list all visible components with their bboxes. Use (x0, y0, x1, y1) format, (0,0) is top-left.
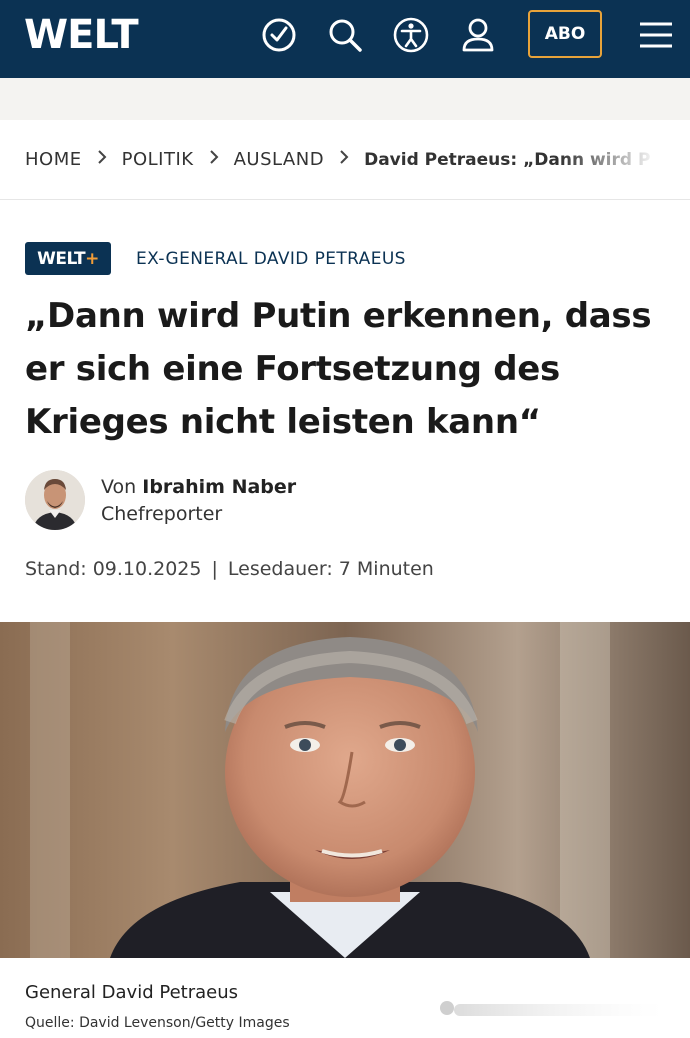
breadcrumb-ausland[interactable]: AUSLAND (234, 149, 325, 170)
top-navigation-bar: WELT ABO (0, 0, 690, 78)
clock-check-icon[interactable] (259, 15, 299, 55)
breadcrumb-fade (560, 120, 690, 199)
welt-plus-badge-text: WELT (37, 248, 86, 269)
abo-button[interactable]: ABO (528, 10, 602, 58)
author-name[interactable]: Ibrahim Naber (142, 476, 296, 498)
accessibility-icon[interactable] (391, 15, 431, 55)
kicker-row: WELT + EX-GENERAL DAVID PETRAEUS (25, 242, 406, 275)
chevron-right-icon (324, 149, 364, 170)
image-caption: General David Petraeus (25, 982, 238, 1003)
breadcrumb-politik[interactable]: POLITIK (122, 149, 194, 170)
chevron-right-icon (82, 149, 122, 170)
image-source: Quelle: David Levenson/Getty Images (25, 1015, 290, 1031)
menu-icon[interactable] (638, 20, 674, 50)
author-role: Chefreporter (101, 503, 223, 525)
breadcrumb: HOME POLITIK AUSLAND David Petraeus: „Da… (0, 120, 690, 200)
ad-placeholder-band (0, 78, 690, 120)
welt-plus-badge: WELT + (25, 242, 111, 275)
article-headline: „Dann wird Putin erkennen, dass er sich … (25, 290, 665, 449)
search-icon[interactable] (325, 15, 365, 55)
meta-separator: | (211, 558, 218, 580)
hero-image[interactable] (0, 622, 690, 958)
breadcrumb-home[interactable]: HOME (25, 149, 82, 170)
publish-date: Stand: 09.10.2025 (25, 558, 202, 580)
author-avatar[interactable] (25, 470, 85, 530)
headline-line: „Dann wird Putin erkennen, dass (25, 296, 652, 336)
user-icon[interactable] (458, 15, 498, 55)
reading-time: Lesedauer: 7 Minuten (227, 558, 434, 580)
headline-line: Krieges nicht leisten kann“ (25, 402, 541, 442)
author-meta: Von Ibrahim Naber Chefreporter (101, 474, 296, 528)
welt-plus-badge-plus: + (85, 248, 99, 269)
chevron-right-icon (194, 149, 234, 170)
author-prefix: Von (101, 476, 137, 498)
headline-line: er sich eine Fortsetzung des (25, 349, 560, 389)
watermark-logo (440, 1001, 664, 1016)
welt-logo[interactable]: WELT (24, 12, 139, 58)
article-meta: Stand: 09.10.2025 | Lesedauer: 7 Minuten (25, 558, 434, 580)
article-kicker: EX-GENERAL DAVID PETRAEUS (136, 248, 406, 269)
